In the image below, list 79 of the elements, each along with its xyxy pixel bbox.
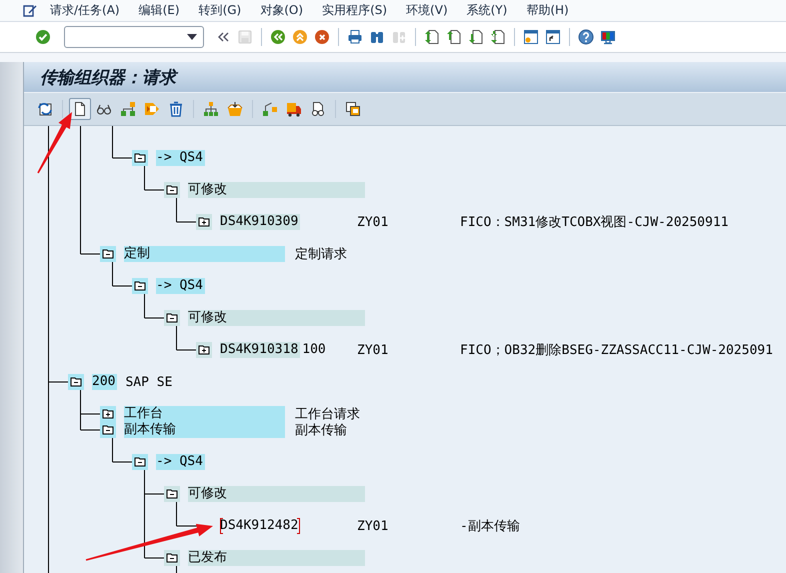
node-label[interactable]: -> QS4 <box>156 150 205 166</box>
shortcut-window-icon <box>545 29 561 45</box>
node-label[interactable]: 定制 <box>124 246 285 262</box>
menu-item[interactable]: 请求/任务(A) <box>50 2 120 19</box>
node-label[interactable]: 已发布 <box>188 550 365 566</box>
node-label[interactable]: 可修改 <box>188 486 365 502</box>
node-label[interactable]: 可修改 <box>188 182 365 198</box>
trash-icon <box>168 101 184 117</box>
folder-minus-icon[interactable] <box>132 278 148 294</box>
tree-icon <box>203 101 219 117</box>
menu-item[interactable]: 对象(O) <box>260 2 304 19</box>
back-icon <box>270 29 286 45</box>
client-name: SAP SE <box>125 374 172 390</box>
document-glasses-icon <box>310 101 326 117</box>
request-description: -副本传输 <box>460 518 520 535</box>
node-description: 定制请求 <box>295 246 347 263</box>
binoculars-icon <box>391 29 407 45</box>
dropdown-icon[interactable] <box>187 34 197 40</box>
menu-icon[interactable] <box>22 2 38 18</box>
binoculars-icon <box>369 29 385 45</box>
cancel-icon <box>314 29 330 45</box>
exit-icon <box>292 29 308 45</box>
folder-plus-icon[interactable] <box>100 406 116 422</box>
folder-minus-icon[interactable] <box>68 374 84 390</box>
page-arrows-icon <box>490 29 506 45</box>
request-number[interactable]: DS4K910309 <box>220 214 300 230</box>
menu-item[interactable]: 系统(Y) <box>466 2 508 19</box>
folder-minus-icon[interactable] <box>164 486 180 502</box>
command-field[interactable] <box>64 26 204 48</box>
arrow-box-icon <box>144 101 160 117</box>
folder-minus-icon[interactable] <box>164 310 180 326</box>
client-number[interactable]: 200 <box>92 374 118 390</box>
request-description: FICO：SM31修改TCOBX视图-CJW-20250911 <box>460 214 728 231</box>
hierarchy-icon <box>120 101 136 117</box>
refresh-icon <box>37 101 53 117</box>
page-up-icon <box>446 29 462 45</box>
node-description: 副本传输 <box>295 422 347 439</box>
folder-minus-icon[interactable] <box>164 550 180 566</box>
menu-item[interactable]: 实用程序(S) <box>322 2 388 19</box>
tree-line <box>176 566 177 573</box>
folder-minus-icon[interactable] <box>164 182 180 198</box>
document-icon <box>72 101 88 117</box>
node-label[interactable]: 工作台 <box>124 406 285 422</box>
monitor-icon <box>600 29 616 45</box>
annotation-arrow <box>37 112 72 174</box>
copy-icon <box>345 101 361 117</box>
node-label[interactable]: -> QS4 <box>156 454 205 470</box>
menu-item[interactable]: 编辑(E) <box>138 2 180 19</box>
request-owner: ZY01 <box>357 342 390 358</box>
request-owner: ZY01 <box>357 214 390 230</box>
page-down-icon <box>468 29 484 45</box>
document-button[interactable] <box>69 98 91 120</box>
node-description: 工作台请求 <box>295 406 360 423</box>
request-owner: ZY01 <box>357 518 390 534</box>
hierarchy-icon <box>262 101 278 117</box>
folder-plus-icon[interactable] <box>196 342 212 358</box>
request-client: 100 <box>302 342 326 358</box>
box-icon <box>227 101 243 117</box>
folder-plus-icon[interactable] <box>196 214 212 230</box>
request-description: FICO；OB32删除BSEG-ZZASSACC11-CJW-2025091 <box>460 342 773 359</box>
page-arrows-icon <box>424 29 440 45</box>
truck-icon <box>286 101 302 117</box>
folder-minus-icon[interactable] <box>100 246 116 262</box>
node-label[interactable]: -> QS4 <box>156 278 205 294</box>
folder-minus-icon[interactable] <box>132 454 148 470</box>
help-icon <box>578 29 594 45</box>
new-window-icon <box>523 29 539 45</box>
menu-item[interactable]: 转到(G) <box>198 2 242 19</box>
folder-minus-icon[interactable] <box>132 150 148 166</box>
enter-icon <box>35 29 51 45</box>
print-icon <box>347 29 363 45</box>
folder-minus-icon[interactable] <box>100 422 116 438</box>
screen-title: 传输组织器：请求 <box>40 66 176 88</box>
request-number[interactable]: DS4K910318 <box>220 342 300 358</box>
node-label[interactable]: 可修改 <box>188 310 365 326</box>
node-label[interactable]: 副本传输 <box>124 422 285 438</box>
menu-item[interactable]: 环境(V) <box>406 2 448 19</box>
menu-item[interactable]: 帮助(H) <box>526 2 569 19</box>
save-icon <box>237 29 253 45</box>
